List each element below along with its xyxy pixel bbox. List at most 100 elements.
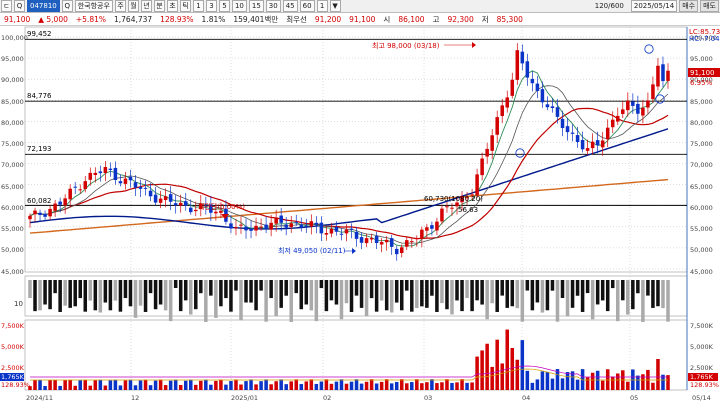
period-second-button[interactable]: 초 (166, 0, 178, 12)
indicator-bar (651, 280, 655, 308)
indicator-bar (359, 280, 364, 308)
candle-body (445, 206, 449, 208)
indicator-bar (610, 280, 615, 289)
volume-bar (88, 385, 93, 390)
date-input[interactable]: 2025/05/14 (630, 0, 678, 12)
indicator-bar (249, 280, 253, 303)
candle-body (505, 97, 510, 108)
candle-body (495, 117, 499, 135)
minute-30-button[interactable]: 30 (265, 0, 281, 12)
sell-button[interactable]: 매도 (700, 0, 719, 12)
indicator-bars (28, 280, 670, 322)
open-label: 시 (383, 14, 391, 24)
volume-bar (405, 383, 409, 390)
minute-10-button[interactable]: 10 (231, 0, 247, 12)
indicator-bar (590, 280, 595, 320)
indicator-bar (465, 280, 469, 299)
indicator-bar (264, 280, 268, 322)
candle-body (621, 109, 625, 114)
indicator-bar (369, 280, 374, 299)
step-dropdown-icon[interactable]: ▼ (329, 0, 341, 12)
candle-body (158, 198, 163, 203)
candle-body (480, 158, 484, 176)
stock-name-field[interactable]: 한국항공우 (74, 0, 113, 12)
y-tick: 60,000 (690, 204, 713, 212)
high-label: 고 (432, 14, 440, 24)
indicator-bar (93, 280, 98, 311)
volume-bar (309, 379, 314, 390)
stock-chart[interactable]: 100,000 95,000 90,000 85,000 80,000 75,0… (0, 25, 720, 404)
candle-body (636, 103, 640, 114)
candle-body (420, 229, 424, 239)
volume-bar (209, 384, 213, 390)
search-icon[interactable]: Q (14, 0, 25, 12)
candle-body (500, 105, 504, 116)
volume-bar (610, 376, 615, 390)
volume: 1,764,737 (114, 14, 153, 24)
candle-body (590, 141, 595, 149)
volume-bar (485, 343, 489, 390)
candle-body (259, 226, 263, 228)
period-tick-button[interactable]: 틱 (179, 0, 191, 12)
volume-bar (525, 370, 530, 390)
volume-bar (590, 372, 595, 390)
candle-body (163, 196, 168, 201)
indicator-bar (183, 280, 188, 301)
y-tick: 75,000 (690, 140, 713, 148)
indicator-bar (480, 280, 484, 305)
volume-bar (98, 379, 103, 390)
period-month-button[interactable]: 월 (127, 0, 139, 12)
indicator-bar (209, 280, 213, 296)
data-count-field[interactable]: 120/600 (593, 1, 626, 11)
minute-15-button[interactable]: 15 (248, 0, 264, 12)
stock-code-input[interactable]: 047810 (27, 0, 60, 12)
candle-body (359, 237, 364, 243)
candle-body (394, 248, 399, 255)
candle-body (646, 100, 650, 108)
indicator-bar (319, 280, 324, 289)
minute-60-button[interactable]: 60 (299, 0, 315, 12)
volume-bar (349, 381, 354, 390)
minute-1-button[interactable]: 1 (192, 0, 204, 12)
period-minute-button[interactable]: 분 (153, 0, 165, 12)
period-year-button[interactable]: 년 (140, 0, 152, 12)
volume-bar (118, 385, 123, 390)
price-change-pct: +5.81% (75, 14, 106, 24)
indicator-bar (48, 280, 52, 310)
volume-bar (224, 384, 228, 390)
candle-body (626, 100, 630, 111)
period-week-button[interactable]: 주 (114, 0, 126, 12)
minute-45-button[interactable]: 45 (282, 0, 298, 12)
volume-bar (600, 380, 605, 390)
menu-icon[interactable]: ㄷ (1, 0, 12, 12)
candle-body (319, 222, 324, 234)
buy-button[interactable]: 매수 (679, 0, 699, 12)
step-input[interactable]: 1 (316, 0, 328, 12)
candle-body (379, 242, 384, 245)
volume-bar (204, 379, 208, 390)
indicator-bar (339, 280, 344, 320)
volume-bar (58, 385, 62, 390)
volume-bar (48, 380, 52, 390)
candle-body (48, 208, 52, 217)
candle-body (63, 198, 67, 206)
volume-bar (339, 379, 344, 390)
indicator-bar (68, 280, 72, 308)
candle-body (284, 224, 288, 228)
legend-hc: HC:-7.04 (689, 35, 720, 43)
candle-body (555, 107, 560, 117)
volume-bar (410, 382, 414, 390)
y-tick-left: 55,000 (1, 225, 24, 233)
volume-bar (425, 382, 429, 390)
x-tick: 05 (630, 394, 638, 402)
volume-bar (113, 379, 118, 390)
name-search-icon[interactable]: Q (61, 0, 73, 12)
indicator-bar (354, 280, 359, 296)
volume-bar (68, 379, 72, 390)
minute-5-button[interactable]: 5 (218, 0, 230, 12)
volume-bar (63, 380, 67, 390)
indicator-bar (133, 280, 138, 318)
candle-body (98, 171, 103, 174)
minute-3-button[interactable]: 3 (205, 0, 217, 12)
candle-body (339, 233, 344, 235)
